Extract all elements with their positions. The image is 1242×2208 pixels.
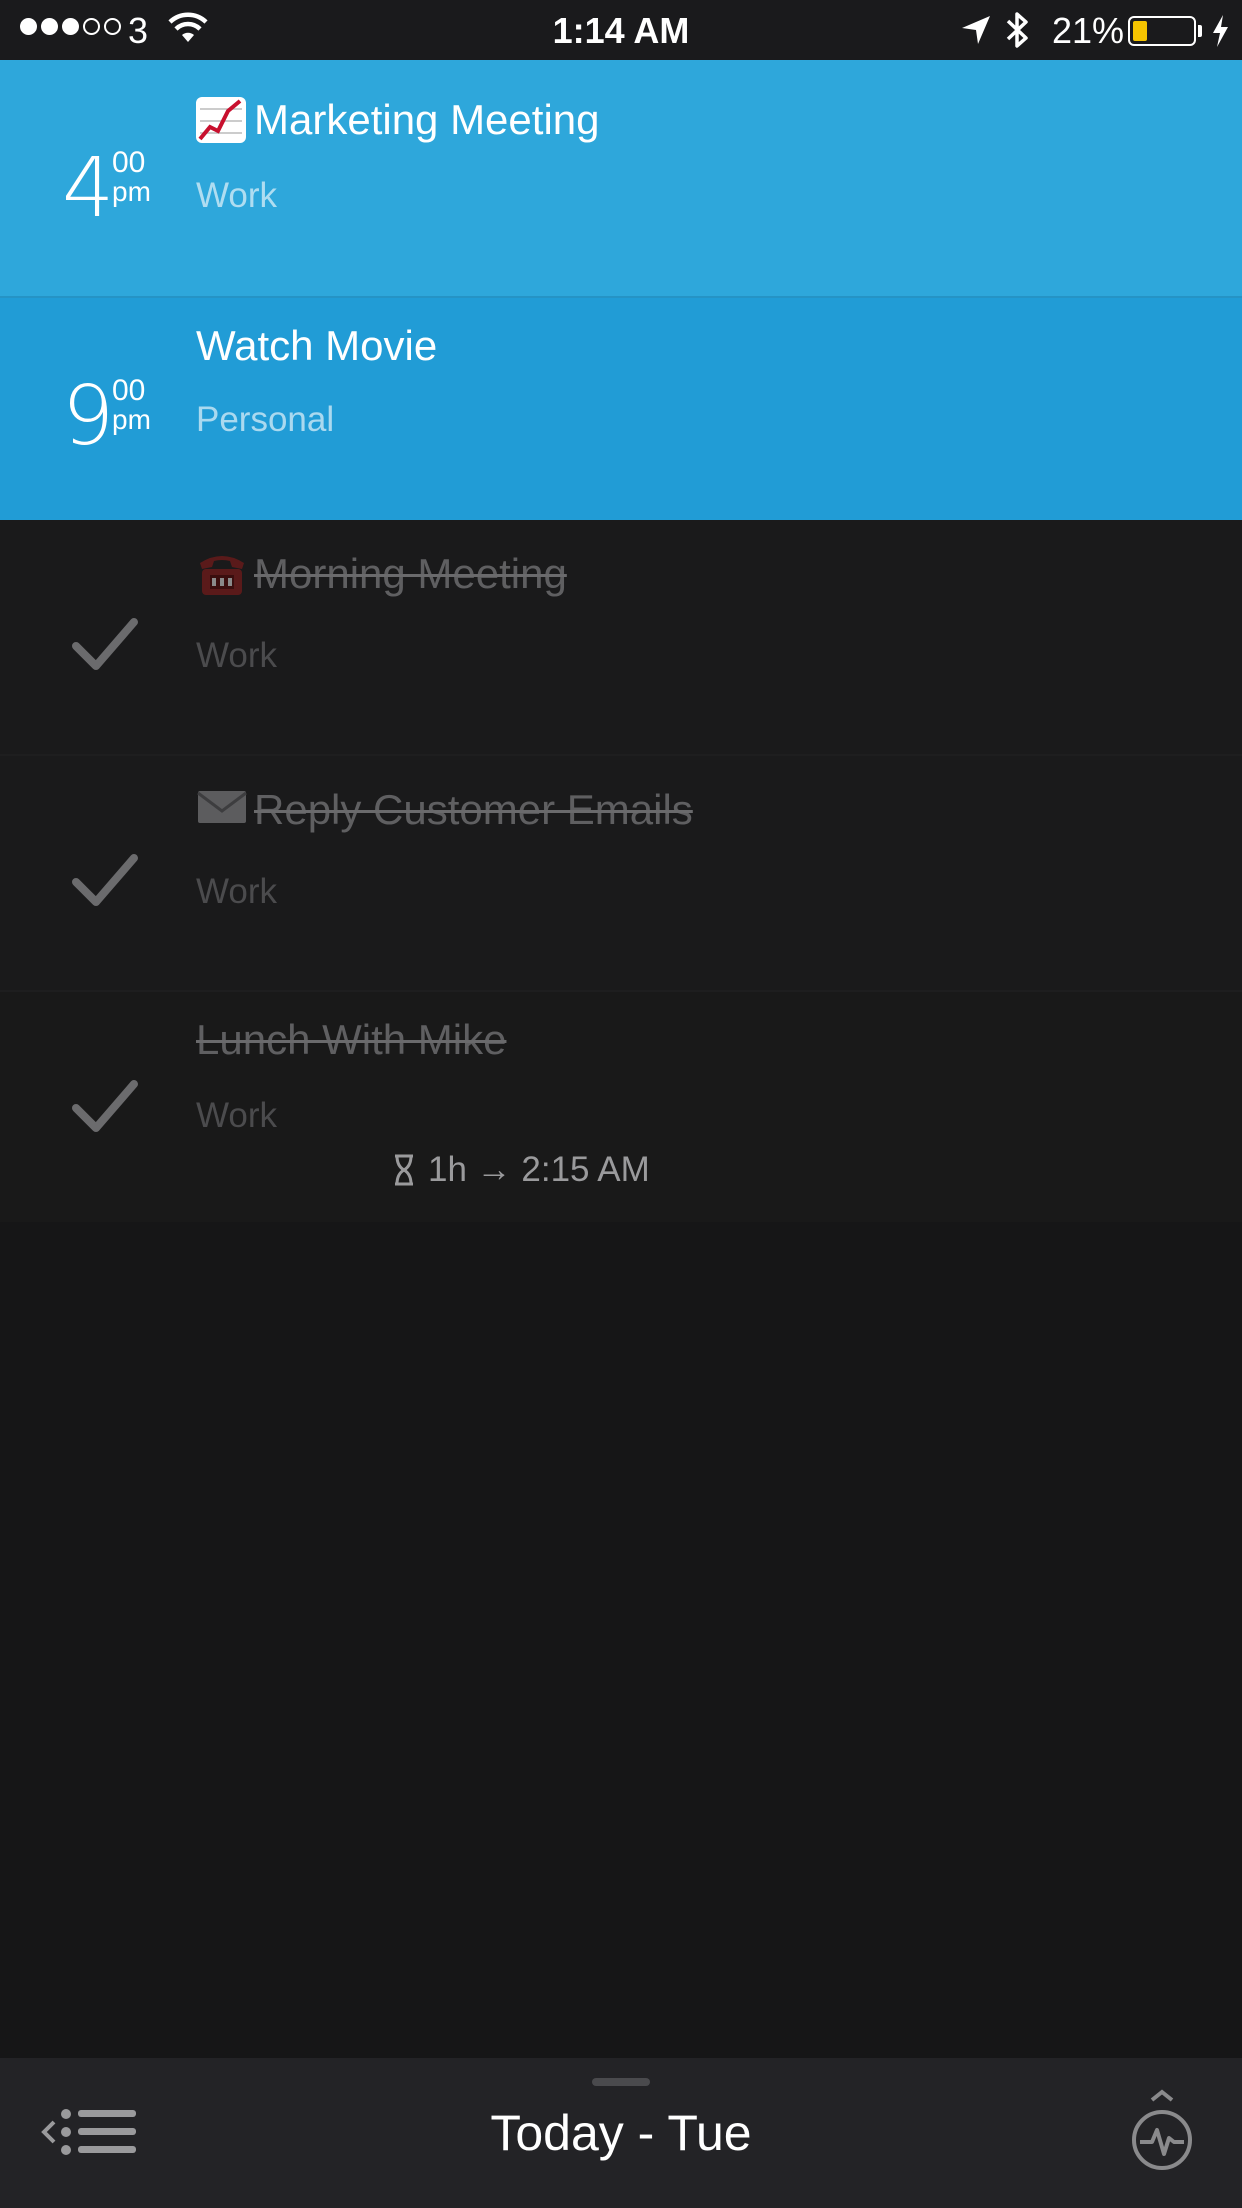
task-category: Personal xyxy=(196,400,335,439)
task-category: Work xyxy=(196,636,278,675)
timer-readout: 1h → 2:15 AM xyxy=(392,1150,650,1190)
task-title: Watch Movie xyxy=(196,322,438,369)
task-row-reply-customer-emails[interactable]: Reply Customer Emails Work xyxy=(0,756,1242,992)
task-title: Lunch With Mike xyxy=(196,1016,507,1063)
charging-icon xyxy=(1213,15,1228,47)
location-icon xyxy=(962,16,990,44)
telephone-icon xyxy=(196,551,246,597)
status-bar: 3 1:14 AM 21% xyxy=(0,0,1242,60)
task-title: Marketing Meeting xyxy=(196,96,600,144)
task-row-watch-movie[interactable]: 9 00 pm Watch Movie Personal xyxy=(0,298,1242,520)
task-category: Work xyxy=(196,872,278,911)
envelope-icon xyxy=(196,787,247,833)
activity-stats-icon[interactable] xyxy=(1126,2088,1198,2184)
checkmark-icon[interactable] xyxy=(72,852,138,908)
task-row-marketing-meeting[interactable]: 4 00 pm Marketing Meeting Work xyxy=(0,60,1242,298)
task-title: Morning Meeting xyxy=(196,550,567,598)
hourglass-icon xyxy=(395,1154,413,1186)
chart-increasing-icon xyxy=(196,97,246,143)
task-category: Work xyxy=(196,176,278,215)
task-row-morning-meeting[interactable]: Morning Meeting Work xyxy=(0,520,1242,756)
battery-percent: 21% xyxy=(1052,10,1125,51)
battery-icon xyxy=(1128,16,1196,46)
task-title: Reply Customer Emails xyxy=(196,786,693,834)
day-title[interactable]: Today - Tue xyxy=(0,2104,1242,2162)
bottom-bar: Today - Tue xyxy=(0,2058,1242,2208)
task-category: Work xyxy=(196,1096,278,1135)
checkmark-icon[interactable] xyxy=(72,1078,138,1134)
checkmark-icon[interactable] xyxy=(72,616,138,672)
timer-text: 1h → 2:15 AM xyxy=(428,1150,650,1189)
bluetooth-icon xyxy=(1006,12,1028,48)
drag-handle[interactable] xyxy=(592,2078,650,2086)
